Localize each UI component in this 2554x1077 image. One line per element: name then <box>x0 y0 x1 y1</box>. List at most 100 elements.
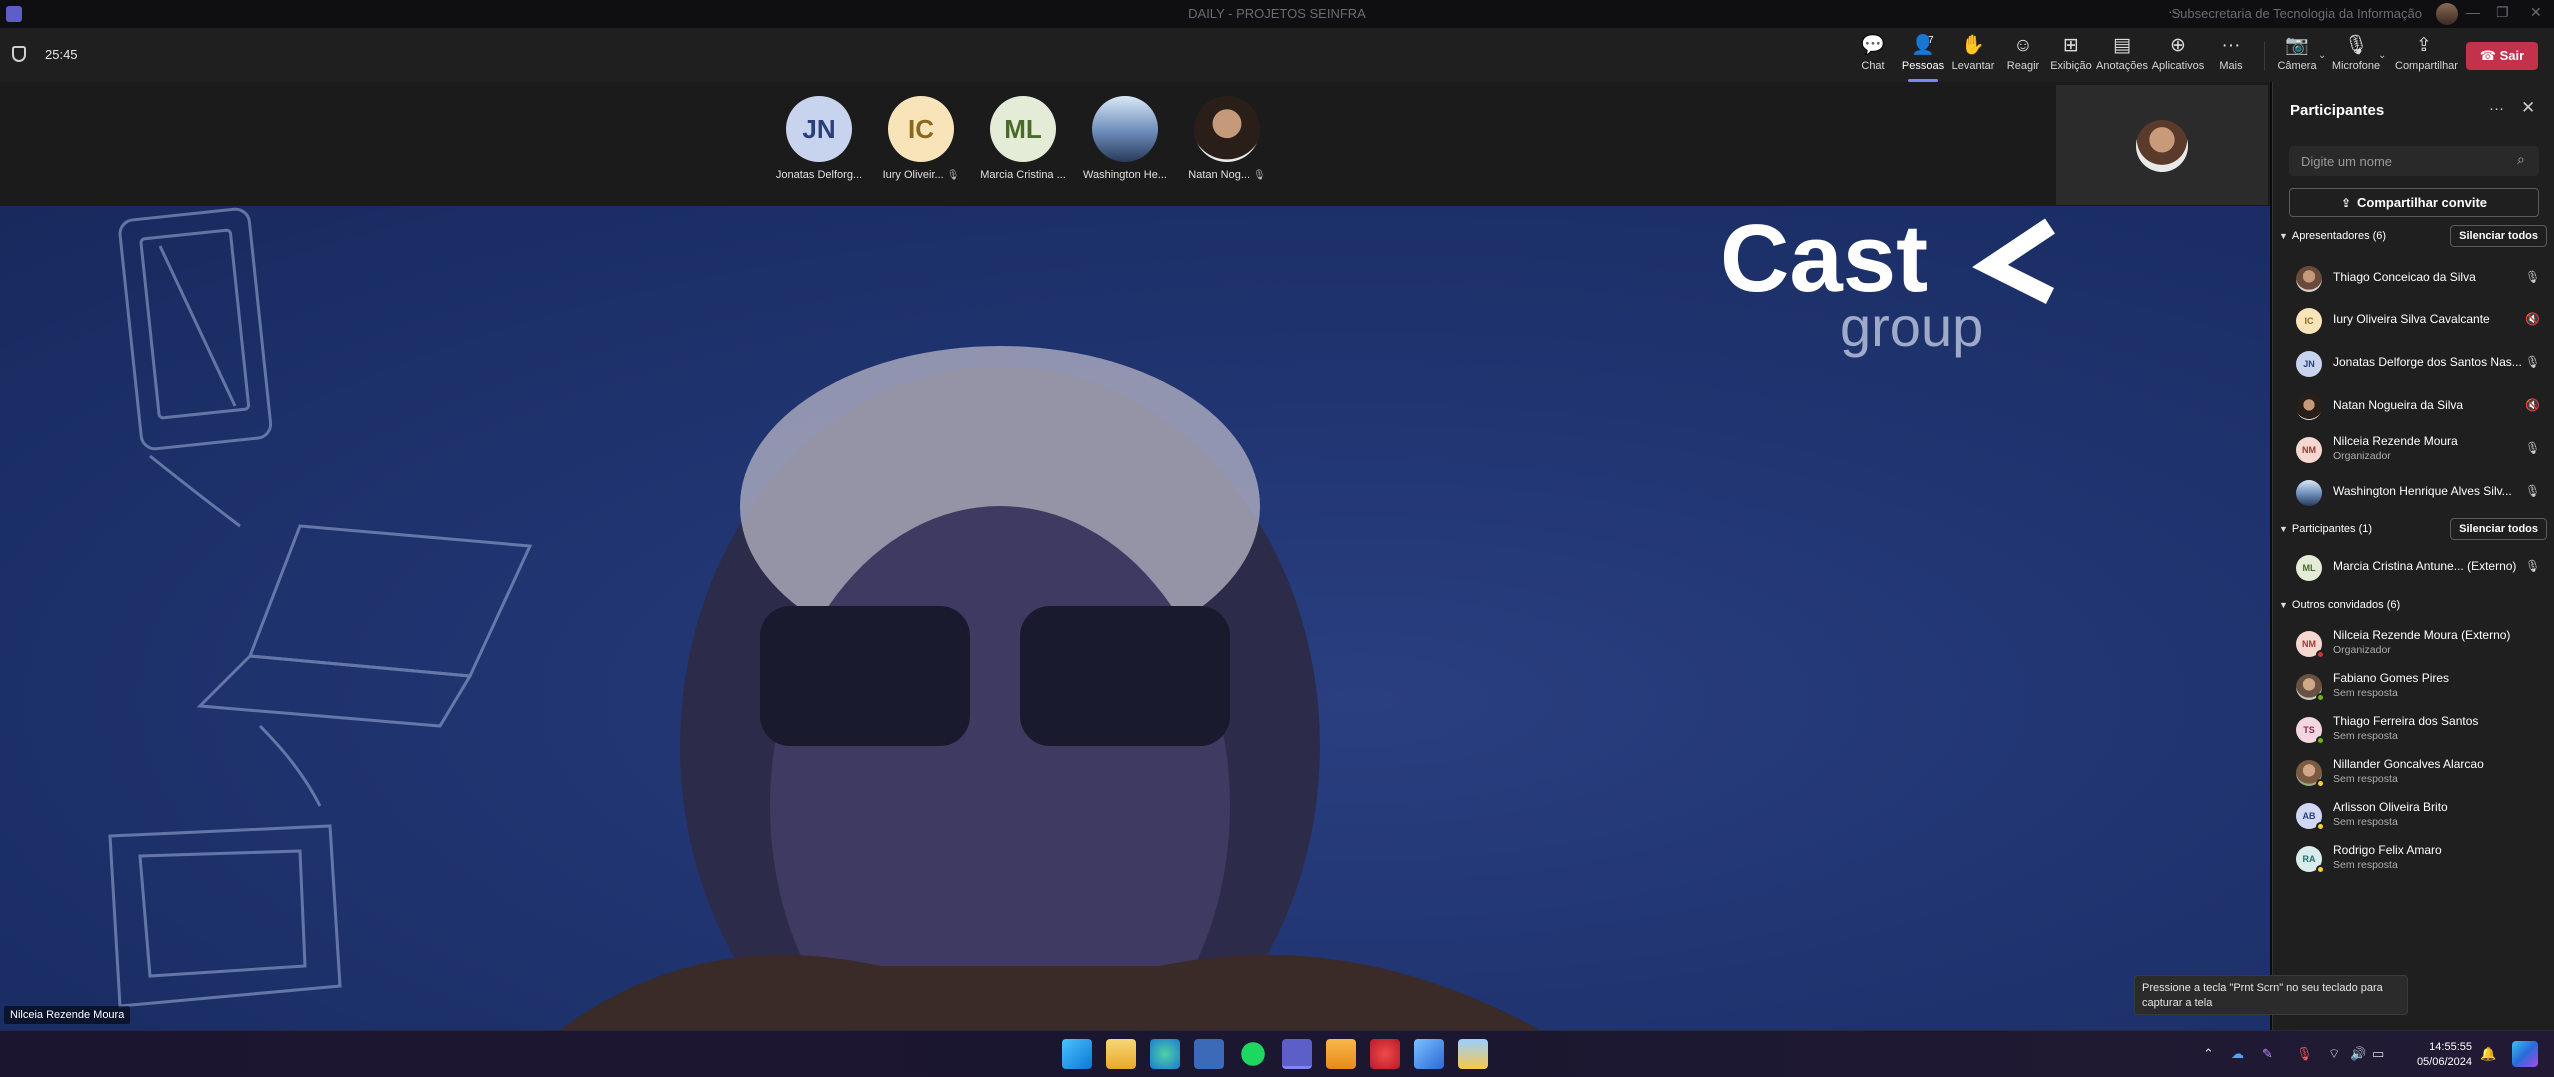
mute-all-button[interactable]: Silenciar todos <box>2450 225 2547 247</box>
microphone-icon[interactable]: 🎙 <box>2525 355 2540 369</box>
panel-title: Participantes <box>2290 102 2385 119</box>
mute-all-button[interactable]: Silenciar todos <box>2450 518 2547 540</box>
paint-icon[interactable] <box>1414 1039 1444 1069</box>
speaker-icon[interactable]: 🔊 <box>2350 1046 2366 1062</box>
gallery-tile[interactable]: Natan Nog... 🎙 <box>1177 96 1277 181</box>
participant-name: Jonatas Delforg... <box>775 169 863 181</box>
mic-off-icon[interactable]: 🔇 <box>2525 398 2540 412</box>
apps-button[interactable]: ⊕ Aplicativos <box>2149 34 2207 78</box>
wifi-icon[interactable]: ⌔ <box>2328 1046 2340 1062</box>
teams-icon[interactable] <box>1282 1039 1312 1069</box>
participant-gallery: JN Jonatas Delforg... IC Iury Oliveir...… <box>0 82 2270 206</box>
other-invitees-section-header[interactable]: ▼ Outros convidados (6) <box>2279 594 2549 616</box>
battery-icon[interactable]: ▭ <box>2372 1046 2384 1062</box>
participant-name: Natan Nog... <box>1188 169 1251 181</box>
people-count-badge: 7 <box>1928 35 1934 46</box>
gallery-tile[interactable]: IC Iury Oliveir... 🎙 <box>871 96 971 181</box>
avatar <box>1194 96 1260 162</box>
share-icon: ⇪ <box>2340 196 2352 210</box>
participant-name: Nilceia Rezende Moura (Externo) <box>2333 628 2511 642</box>
restore-icon[interactable]: ❐ <box>2496 4 2509 21</box>
camera-options-chevron-icon[interactable]: ⌄ <box>2318 50 2326 61</box>
meeting-timer: 25:45 <box>45 47 78 62</box>
invitee-row[interactable]: Nillander Goncalves Alarcao Sem resposta <box>2273 752 2553 792</box>
participants-panel: Participantes ··· ✕ ⌕ ⇪Compartilhar conv… <box>2272 82 2554 1030</box>
pen-icon[interactable]: ✎ <box>2262 1046 2273 1062</box>
avatar: ML <box>2296 555 2322 581</box>
avatar <box>2296 394 2322 420</box>
invitee-row[interactable]: RA Rodrigo Felix Amaro Sem resposta <box>2273 838 2553 878</box>
avatar: JN <box>2296 351 2322 377</box>
share-button[interactable]: ⇪ Compartilhar <box>2395 34 2458 78</box>
participant-row[interactable]: Thiago Conceicao da Silva 🎙 <box>2273 258 2553 298</box>
participant-name: Rodrigo Felix Amaro <box>2333 843 2442 857</box>
mic-off-icon: 🎙 <box>946 170 960 181</box>
cast-logo-group: group <box>1840 295 1983 358</box>
gallery-tile[interactable]: Washington He... <box>1075 96 1175 181</box>
notepad-icon[interactable] <box>1194 1039 1224 1069</box>
avatar: NM <box>2296 437 2322 463</box>
speaker-clothing <box>560 954 1540 1030</box>
presenters-section-header[interactable]: ▼ Apresentadores (6) Silenciar todos <box>2279 225 2549 247</box>
share-invite-button[interactable]: ⇪ Compartilhar convite <box>2289 188 2539 217</box>
close-window-icon[interactable]: ✕ <box>2530 4 2542 21</box>
microphone-tray-icon[interactable]: 🎙 <box>2296 1046 2313 1062</box>
participant-row[interactable]: JN Jonatas Delforge dos Santos Nas... 🎙 <box>2273 343 2553 383</box>
participant-row[interactable]: IC Iury Oliveira Silva Cavalcante 🔇 <box>2273 300 2553 340</box>
print-screen-tooltip: Pressione a tecla "Prnt Scrn" no seu tec… <box>2134 975 2408 1015</box>
external-tag: (Externo) <box>2467 559 2517 573</box>
gallery-tile[interactable]: JN Jonatas Delforg... <box>769 96 869 181</box>
microphone-button[interactable]: 🎙 Microfone <box>2327 34 2385 78</box>
participant-row[interactable]: Washington Henrique Alves Silv... 🎙 <box>2273 472 2553 512</box>
status-dot <box>2316 822 2325 831</box>
snipping-tool-icon[interactable] <box>1458 1039 1488 1069</box>
status-dot <box>2316 865 2325 874</box>
attendees-section-header[interactable]: ▼ Participantes (1) Silenciar todos <box>2279 518 2549 540</box>
account-avatar[interactable] <box>2436 3 2458 25</box>
participant-name: Thiago Ferreira dos Santos <box>2333 714 2479 728</box>
participant-name: Fabiano Gomes Pires <box>2333 671 2450 685</box>
apps-icon: ⊕ <box>2170 35 2186 56</box>
microphone-options-chevron-icon[interactable]: ⌄ <box>2378 50 2386 61</box>
avatar <box>1092 96 1158 162</box>
organization-name: Subsecretaria de Tecnologia da Informaçã… <box>2171 6 2422 21</box>
microphone-icon[interactable]: 🎙 <box>2525 270 2540 284</box>
invitee-row[interactable]: Fabiano Gomes Pires Sem resposta <box>2273 666 2553 706</box>
close-icon[interactable]: ✕ <box>2521 98 2535 118</box>
more-button[interactable]: ··· Mais <box>2202 34 2260 78</box>
onedrive-icon[interactable]: ☁ <box>2231 1046 2244 1062</box>
invitee-row[interactable]: NM Nilceia Rezende Moura (Externo) Organ… <box>2273 623 2553 663</box>
notification-bell-icon[interactable]: 🔔 <box>2480 1046 2496 1062</box>
invitee-row[interactable]: TS Thiago Ferreira dos Santos Sem respos… <box>2273 709 2553 749</box>
microphone-icon[interactable]: 🎙 <box>2525 484 2540 498</box>
glasses-right-lens <box>1020 606 1230 746</box>
vivaldi-icon[interactable] <box>1370 1039 1400 1069</box>
participant-row[interactable]: NM Nilceia Rezende Moura Organizador 🎙 <box>2273 429 2553 469</box>
spotify-icon[interactable] <box>1238 1039 1268 1069</box>
copilot-icon[interactable] <box>2512 1041 2538 1067</box>
avatar: JN <box>786 96 852 162</box>
participant-role: Organizador <box>2333 450 2391 462</box>
mic-off-icon[interactable]: 🔇 <box>2525 312 2540 326</box>
self-view-tile[interactable] <box>2056 85 2268 205</box>
search-input[interactable] <box>2289 146 2539 176</box>
microphone-icon[interactable]: 🎙 <box>2525 441 2540 455</box>
participant-role: Organizador <box>2333 644 2391 656</box>
file-explorer-icon[interactable] <box>1106 1039 1136 1069</box>
chevron-up-icon[interactable]: ⌃ <box>2203 1046 2214 1062</box>
view-button[interactable]: ⊞ Exibição <box>2042 34 2100 78</box>
start-icon[interactable] <box>1062 1039 1092 1069</box>
package-icon[interactable] <box>1326 1039 1356 1069</box>
edge-icon[interactable] <box>1150 1039 1180 1069</box>
gallery-tile[interactable]: ML Marcia Cristina ... <box>973 96 1073 181</box>
invitee-row[interactable]: AB Arlisson Oliveira Brito Sem resposta <box>2273 795 2553 835</box>
participant-row[interactable]: ML Marcia Cristina Antune... (Externo) 🎙 <box>2273 547 2553 587</box>
participant-row[interactable]: Natan Nogueira da Silva 🔇 <box>2273 386 2553 426</box>
glasses-left-lens <box>760 606 970 746</box>
microphone-icon[interactable]: 🎙 <box>2525 559 2540 573</box>
notes-button[interactable]: ▤ Anotações <box>2093 34 2151 78</box>
minimize-icon[interactable]: — <box>2466 4 2480 20</box>
leave-button[interactable]: ☎ Sair <box>2466 42 2538 70</box>
taskbar-clock[interactable]: 14:55:55 05/06/2024 <box>2416 1040 2472 1070</box>
more-options-icon[interactable]: ··· <box>2489 100 2504 117</box>
